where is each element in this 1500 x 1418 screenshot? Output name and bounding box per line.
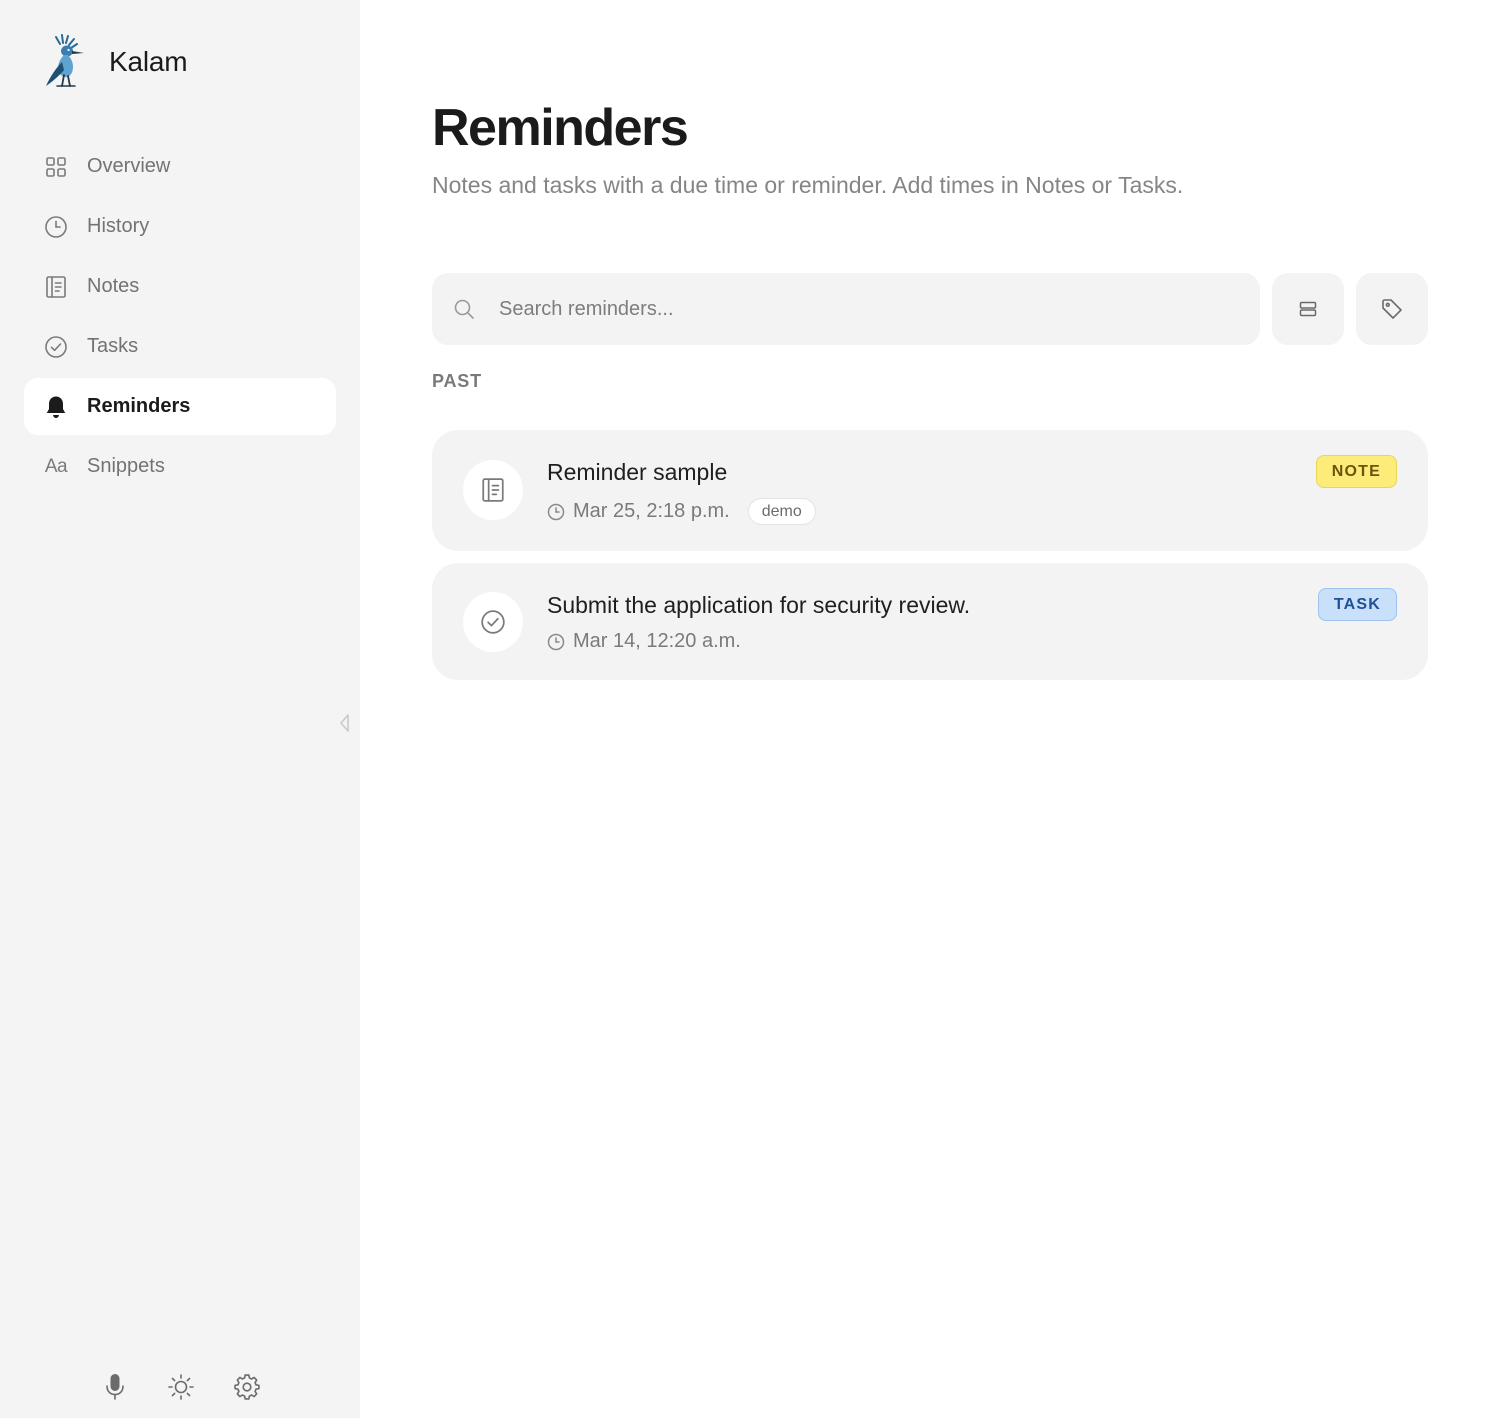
type-badge-task: TASK: [1317, 588, 1397, 621]
sidebar: Kalam Overview History Notes Tasks Remin…: [0, 0, 360, 1418]
sidebar-item-label: Notes: [87, 275, 140, 297]
sidebar-footer: [98, 1370, 296, 1404]
reminder-title: Submit the application for security revi…: [547, 592, 971, 618]
sidebar-item-label: History: [87, 215, 150, 237]
search-box: [432, 273, 1260, 345]
reminder-card[interactable]: Reminder sample Mar 25, 2:18 p.m. demo N…: [432, 430, 1428, 551]
sun-icon[interactable]: [164, 1370, 198, 1404]
notes-icon: [463, 460, 523, 520]
grid-icon: [43, 154, 69, 180]
text-aa-icon: Aa: [44, 455, 68, 477]
section-label-past: PAST: [432, 371, 482, 391]
reminder-time: Mar 14, 12:20 a.m.: [573, 630, 741, 652]
sidebar-nav: Overview History Notes Tasks Reminders A…: [24, 138, 336, 498]
search-icon: [454, 299, 474, 319]
sidebar-item-label: Reminders: [87, 395, 191, 417]
type-badge-note: NOTE: [1315, 455, 1397, 488]
clock-icon: [43, 214, 69, 240]
page-subtitle: Notes and tasks with a due time or remin…: [432, 172, 1184, 198]
check-circle-icon: [43, 334, 69, 360]
page-title: Reminders: [432, 99, 689, 157]
sidebar-item-label: Snippets: [87, 455, 165, 477]
sidebar-item-reminders[interactable]: Reminders: [24, 378, 336, 435]
reminder-meta: Mar 14, 12:20 a.m.: [547, 630, 741, 653]
sidebar-item-label: Tasks: [87, 335, 139, 357]
tag-chip[interactable]: demo: [747, 498, 816, 525]
tag-filter-button[interactable]: [1356, 273, 1428, 345]
notes-icon: [43, 274, 69, 300]
bird-logo-icon: [46, 34, 84, 87]
sidebar-collapse-handle[interactable]: [338, 712, 352, 734]
group-toggle-button[interactable]: [1272, 273, 1344, 345]
clock-icon: [547, 633, 565, 650]
sidebar-item-snippets[interactable]: Aa Snippets: [24, 438, 336, 495]
reminder-title: Reminder sample: [547, 459, 728, 485]
sidebar-item-tasks[interactable]: Tasks: [24, 318, 336, 375]
sidebar-item-overview[interactable]: Overview: [24, 138, 336, 195]
check-circle-icon: [463, 592, 523, 652]
app-name: Kalam: [109, 46, 188, 77]
microphone-icon[interactable]: [98, 1370, 132, 1404]
gear-icon[interactable]: [230, 1370, 264, 1404]
clock-icon: [547, 503, 565, 520]
reminder-meta: Mar 25, 2:18 p.m. demo: [547, 498, 816, 525]
sidebar-item-label: Overview: [87, 155, 171, 177]
bell-icon: [43, 394, 69, 420]
reminder-card[interactable]: Submit the application for security revi…: [432, 563, 1428, 680]
tag-icon: [1382, 299, 1402, 319]
reminder-time: Mar 25, 2:18 p.m.: [573, 500, 730, 522]
brand[interactable]: Kalam: [40, 34, 188, 90]
search-input[interactable]: [499, 273, 1239, 345]
sidebar-item-notes[interactable]: Notes: [24, 258, 336, 315]
stack-icon: [1299, 301, 1317, 317]
sidebar-item-history[interactable]: History: [24, 198, 336, 255]
